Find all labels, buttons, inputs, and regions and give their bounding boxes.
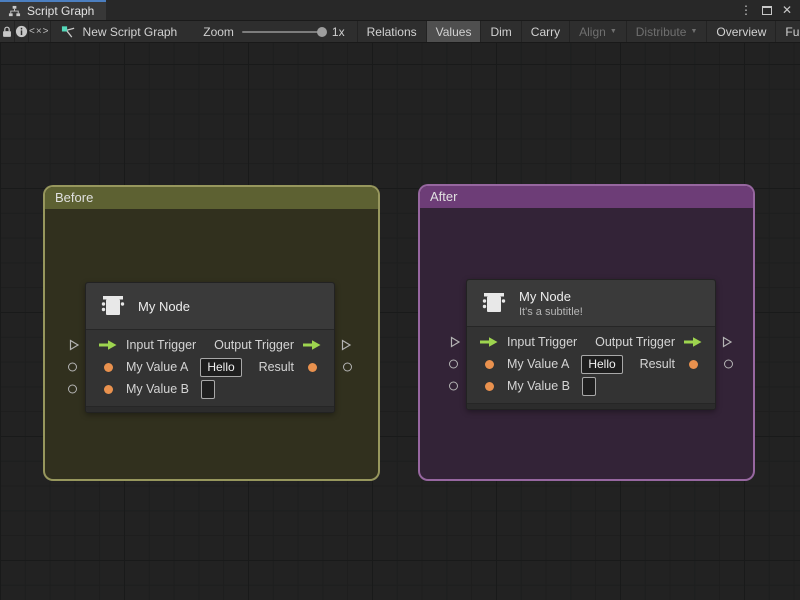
value-b-port-external[interactable] — [68, 384, 77, 394]
value-b-port-icon[interactable] — [479, 381, 499, 391]
script-graph-icon — [61, 24, 76, 39]
node-my-node-before[interactable]: My Node Input Trigger Output Trigger My … — [68, 282, 352, 413]
carry-button[interactable]: Carry — [522, 21, 571, 42]
output-trigger-port-external[interactable] — [721, 336, 733, 348]
tab-title: Script Graph — [27, 4, 95, 18]
result-port-icon[interactable] — [302, 362, 322, 372]
output-trigger-port-icon[interactable] — [683, 336, 703, 348]
node-title: My Node — [519, 288, 572, 304]
graph-toolbar: <×> New Script Graph Zoom 1x Relations V… — [0, 21, 800, 43]
value-a-port-icon[interactable] — [479, 359, 499, 369]
zoom-value: 1x — [331, 24, 345, 39]
value-b-row: My Value B — [449, 375, 715, 397]
graph-name-label: New Script Graph — [82, 24, 178, 39]
info-button[interactable] — [15, 21, 29, 42]
input-trigger-port-external[interactable] — [68, 339, 80, 351]
graph-name-section[interactable]: New Script Graph — [61, 21, 178, 42]
value-b-label: My Value B — [507, 379, 570, 393]
maximize-icon[interactable] — [761, 5, 772, 15]
output-trigger-port-icon[interactable] — [302, 339, 322, 351]
tab-script-graph[interactable]: Script Graph — [0, 0, 107, 20]
input-trigger-port-icon[interactable] — [479, 336, 499, 348]
value-b-port-icon[interactable] — [98, 384, 118, 394]
full-screen-button[interactable]: Full Screen — [776, 21, 800, 42]
value-a-input[interactable]: Hello — [200, 357, 242, 377]
result-port-icon[interactable] — [683, 359, 703, 369]
trigger-row: Input Trigger Output Trigger — [450, 331, 733, 353]
zoom-slider-knob[interactable] — [316, 26, 327, 37]
value-a-row: My Value A Hello Result — [449, 353, 733, 375]
graph-canvas[interactable]: Before After My Node Input Trigger Outpu… — [0, 43, 800, 600]
distribute-dropdown[interactable]: Distribute ▼ — [627, 21, 708, 42]
value-a-port-icon[interactable] — [98, 362, 118, 372]
zoom-label: Zoom — [203, 24, 234, 39]
custom-node-icon — [479, 288, 509, 318]
value-b-input[interactable] — [582, 376, 596, 396]
node-header[interactable]: My Node — [86, 283, 334, 330]
value-a-port-external[interactable] — [449, 359, 458, 369]
chevron-down-icon: ▼ — [690, 28, 698, 35]
toolbar-buttons: Relations Values Dim Carry Align ▼ Distr… — [356, 21, 800, 42]
input-trigger-label: Input Trigger — [126, 338, 197, 352]
dim-button[interactable]: Dim — [481, 21, 522, 42]
chevron-down-icon: ▼ — [609, 28, 617, 35]
relations-button[interactable]: Relations — [358, 21, 427, 42]
node-title: My Node — [138, 298, 191, 314]
output-trigger-port-external[interactable] — [340, 339, 352, 351]
values-button[interactable]: Values — [426, 21, 482, 42]
result-port-external[interactable] — [343, 362, 352, 372]
window-menu-icon[interactable]: ⋮ — [740, 4, 752, 16]
graph-hierarchy-icon — [8, 5, 21, 18]
title-bar: Script Graph ⋮ ✕ — [0, 0, 800, 21]
result-label: Result — [258, 360, 294, 374]
output-trigger-label: Output Trigger — [595, 335, 675, 349]
titlebar-spacer — [106, 0, 740, 20]
zoom-slider[interactable] — [241, 26, 327, 37]
input-trigger-port-icon[interactable] — [98, 339, 118, 351]
output-trigger-label: Output Trigger — [214, 338, 294, 352]
custom-node-icon — [98, 291, 128, 321]
group-after-header[interactable]: After — [420, 186, 753, 208]
value-a-label: My Value A — [507, 357, 570, 371]
value-a-port-external[interactable] — [68, 362, 77, 372]
value-b-port-external[interactable] — [449, 381, 458, 391]
overview-button[interactable]: Overview — [707, 21, 777, 42]
input-trigger-label: Input Trigger — [507, 335, 578, 349]
group-before-header[interactable]: Before — [45, 187, 378, 209]
value-b-label: My Value B — [126, 382, 189, 396]
value-a-input[interactable]: Hello — [581, 354, 623, 374]
value-b-input[interactable] — [201, 379, 215, 399]
value-b-row: My Value B — [68, 378, 334, 400]
group-before-label: Before — [55, 190, 94, 205]
node-footer — [86, 406, 334, 412]
node-body: Input Trigger Output Trigger My Value A — [449, 327, 733, 403]
node-header[interactable]: My Node It's a subtitle! — [467, 280, 715, 327]
node-subtitle: It's a subtitle! — [519, 305, 583, 318]
zoom-control: Zoom 1x — [203, 21, 344, 42]
result-port-external[interactable] — [724, 359, 733, 369]
edit-source-button[interactable]: <×> — [29, 21, 51, 42]
close-icon[interactable]: ✕ — [782, 4, 792, 16]
node-my-node-after[interactable]: My Node It's a subtitle! Input Trigger O… — [449, 279, 733, 410]
align-dropdown[interactable]: Align ▼ — [570, 21, 627, 42]
code-icon: <×> — [29, 26, 50, 37]
value-a-label: My Value A — [126, 360, 189, 374]
info-icon — [15, 25, 28, 38]
lock-button[interactable] — [0, 21, 15, 42]
trigger-row: Input Trigger Output Trigger — [69, 334, 352, 356]
group-after-label: After — [430, 189, 458, 204]
value-a-row: My Value A Hello Result — [68, 356, 352, 378]
node-body: Input Trigger Output Trigger My Value A — [68, 330, 352, 406]
result-label: Result — [639, 357, 675, 371]
input-trigger-port-external[interactable] — [449, 336, 461, 348]
lock-icon — [0, 25, 14, 39]
node-footer — [467, 403, 715, 409]
